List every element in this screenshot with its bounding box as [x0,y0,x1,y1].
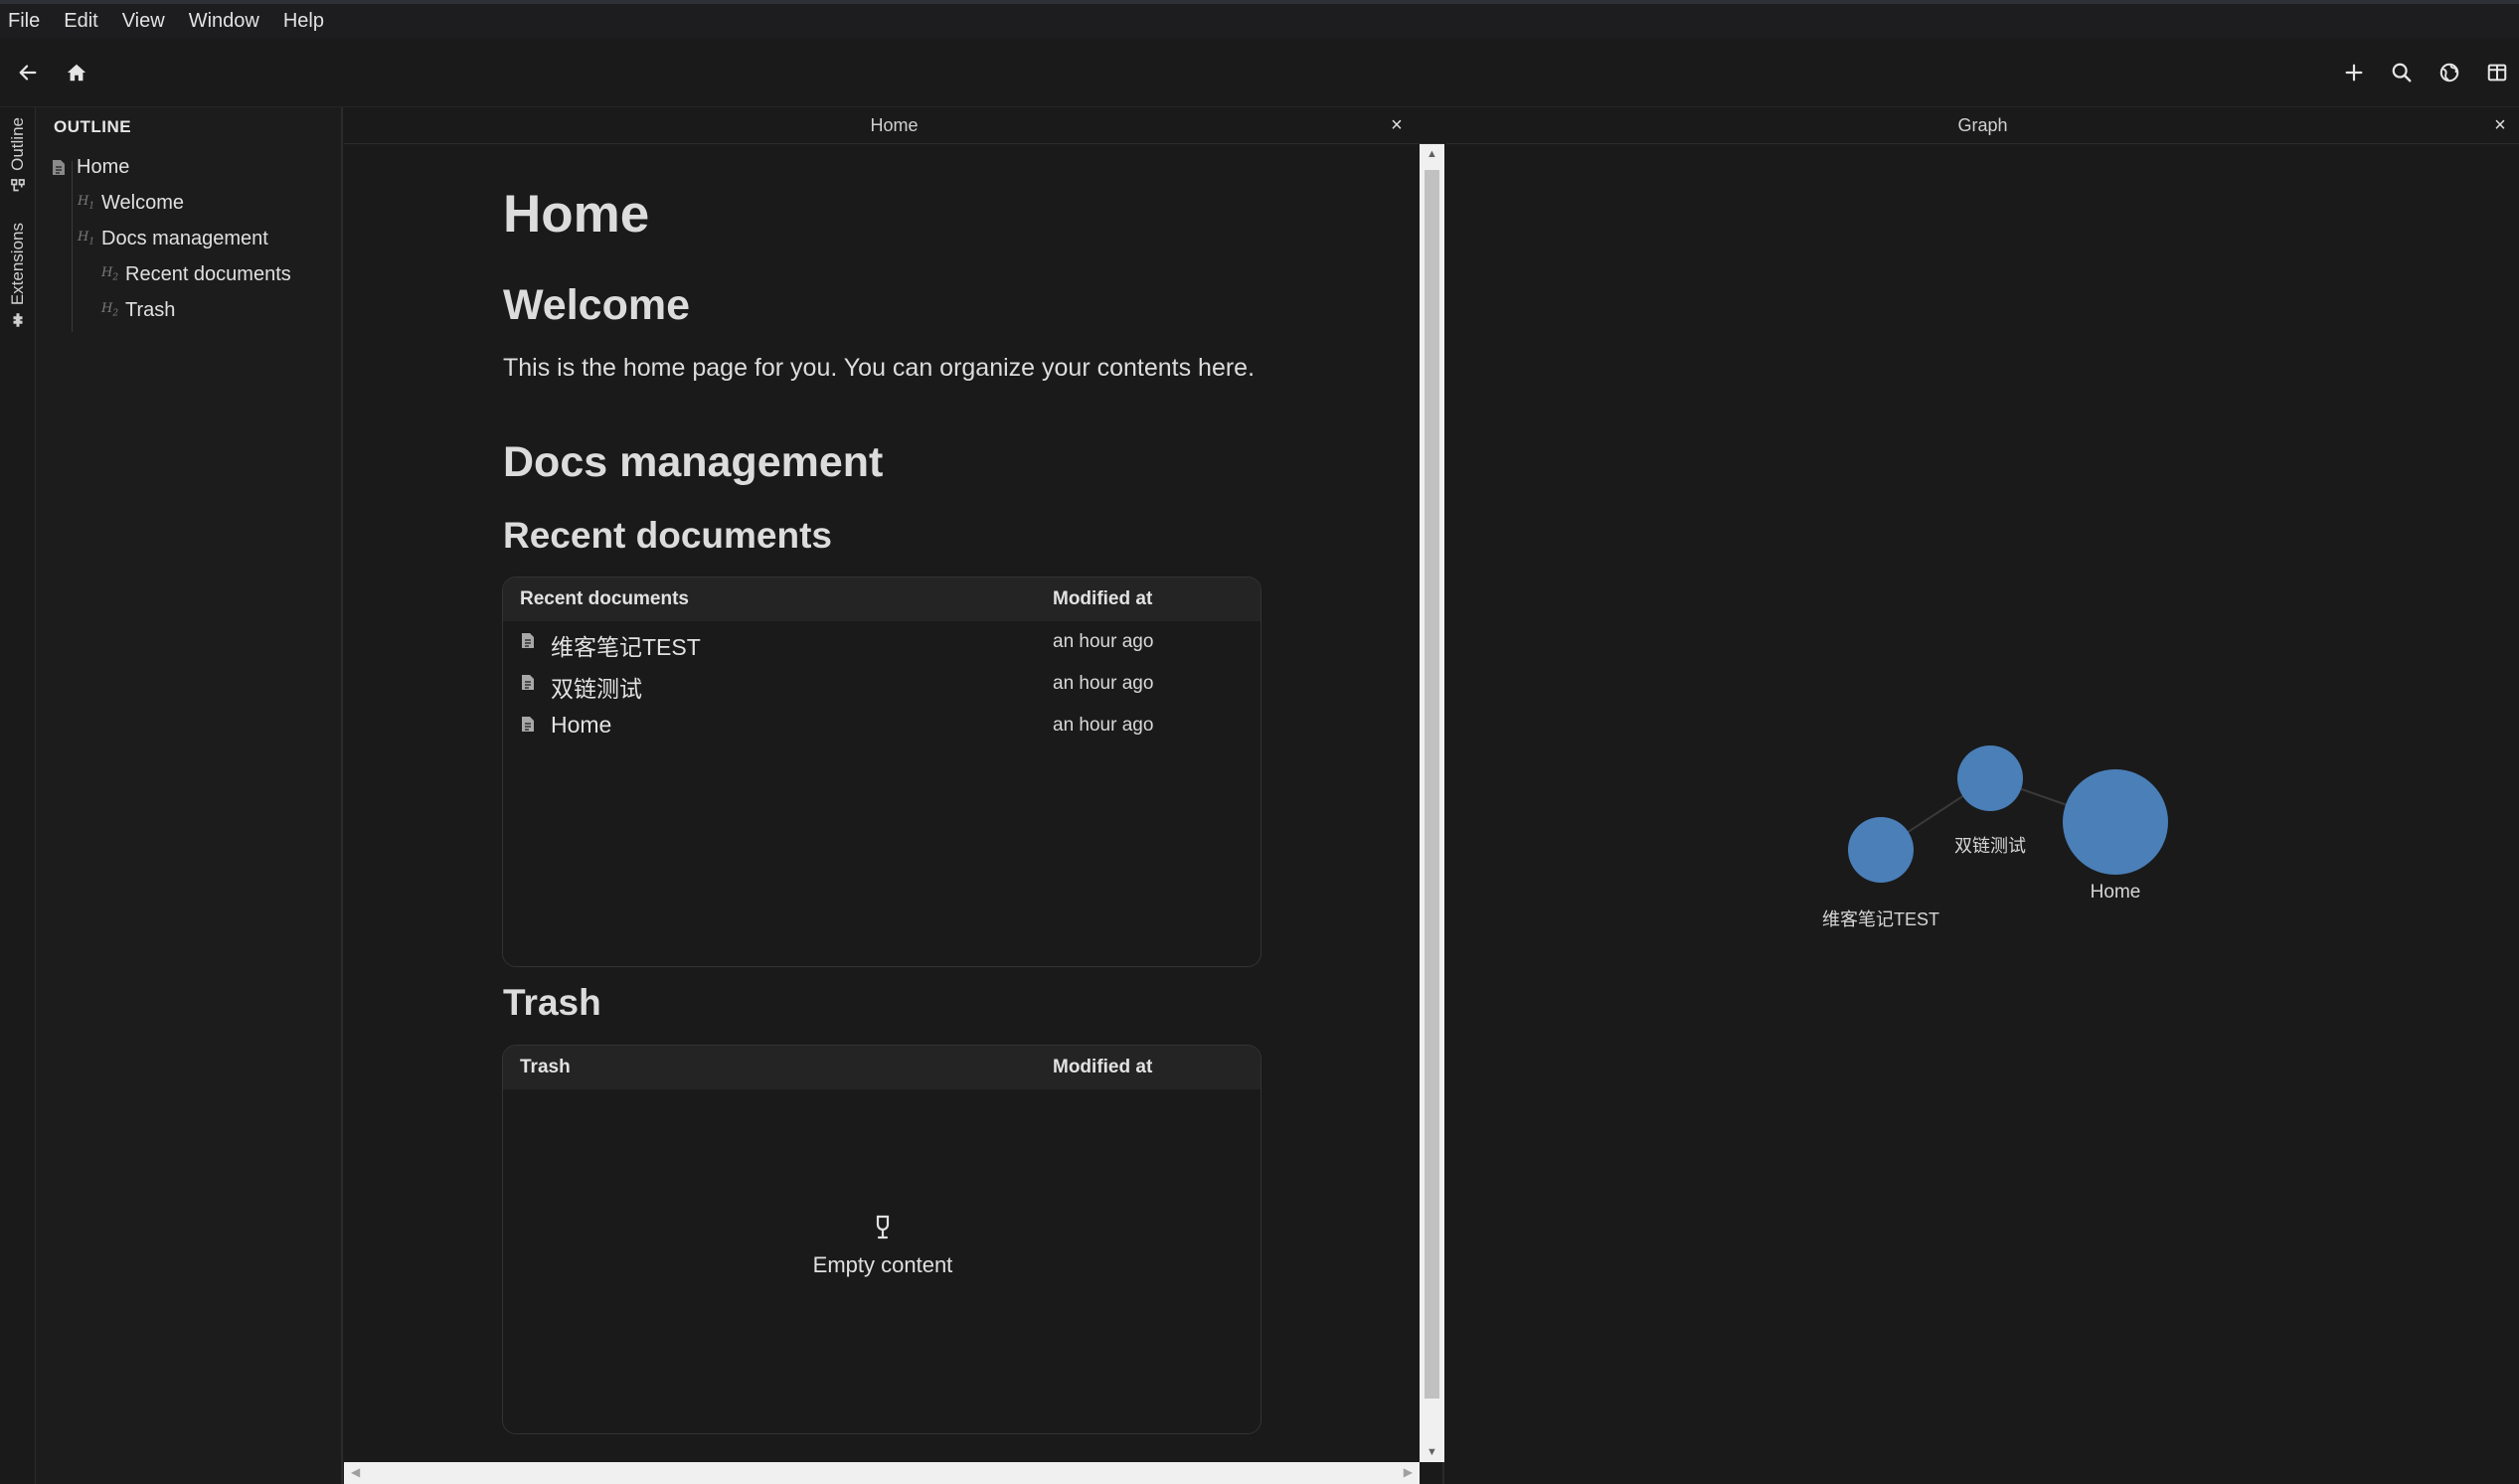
table-header: Trash Modified at [503,1046,1260,1089]
outline-item-welcome[interactable]: H1 Welcome [78,188,184,218]
outline-sidebar: OUTLINE Home H1 Welcome H1 Docs manageme… [36,107,343,1484]
outline-item-docs-management[interactable]: H1 Docs management [78,224,268,253]
graph-node-label: 双链测试 [1954,836,2026,856]
scroll-right-icon[interactable]: ▶ [1404,1465,1413,1479]
graph-node-label: Home [2091,882,2141,903]
menu-file[interactable]: File [0,4,52,38]
heading-welcome: Welcome [503,281,690,329]
table-header: Recent documents Modified at [503,577,1260,621]
outline-guide-line [72,161,73,332]
horizontal-scrollbar[interactable]: ◀ ▶ [344,1462,1420,1484]
outline-item-recent-documents[interactable]: H2 Recent documents [101,259,291,289]
outline-item-home[interactable]: Home [52,152,129,182]
activity-extensions-label: Extensions [8,223,27,306]
search-icon [2392,63,2412,82]
puzzle-icon [13,313,23,327]
column-header-name: Recent documents [520,588,689,609]
heading-docs-management: Docs management [503,438,884,486]
file-icon [53,159,65,175]
vertical-scrollbar[interactable]: ▲ ▼ [1420,144,1444,1462]
table-row[interactable]: Home an hour ago [503,707,1260,746]
back-button[interactable] [10,55,46,90]
activity-outline[interactable]: Outline [0,117,36,195]
page-title: Home [503,185,650,244]
graph-view-button[interactable] [2432,55,2467,90]
heading2-icon: H2 [101,301,119,319]
outline-title: OUTLINE [54,117,132,136]
recent-documents-table: Recent documents Modified at 维客笔记TEST an… [502,577,1261,967]
split-layout-button[interactable] [2479,55,2515,90]
menu-window[interactable]: Window [177,4,271,38]
column-header-modified: Modified at [1053,588,1153,609]
trash-table: Trash Modified at Empty content [502,1045,1261,1434]
heading1-icon: H1 [78,230,95,247]
editor-tab-title[interactable]: Home [344,107,1444,144]
activity-outline-label: Outline [8,117,27,171]
outline-icon [11,179,25,192]
graph-node-label: 维客笔记TEST [1822,909,1939,929]
home-button[interactable] [59,55,94,90]
file-icon [522,675,534,690]
close-icon[interactable]: × [2489,114,2511,136]
modified-time: an hour ago [1053,715,1154,736]
outline-item-trash[interactable]: H2 Trash [101,295,175,325]
graph-node-home[interactable] [2063,769,2168,875]
modified-time: an hour ago [1053,631,1154,652]
outline-item-label: Trash [125,298,176,321]
graph-canvas[interactable]: 维客笔记TEST 双链测试 Home [1446,144,2519,1484]
file-icon [522,717,534,732]
split-layout-icon [2487,64,2507,82]
column-header-modified: Modified at [1053,1057,1153,1077]
toolbar [0,38,2519,107]
activity-extensions[interactable]: Extensions [0,223,36,329]
close-icon[interactable]: × [1386,114,1408,136]
scroll-up-icon[interactable]: ▲ [1427,148,1437,160]
outline-item-label: Recent documents [125,262,291,285]
menu-bar: File Edit View Window Help [0,0,2519,38]
column-header-name: Trash [520,1057,571,1077]
menu-edit[interactable]: Edit [52,4,109,38]
outline-item-label: Home [77,155,130,178]
graph-tab-title[interactable]: Graph [1446,107,2519,144]
graph-node-weike-notes[interactable] [1848,817,1914,883]
document-name[interactable]: 双链测试 [551,670,642,704]
search-button[interactable] [2384,55,2420,90]
home-icon [67,64,86,82]
graph-tab-header: Graph × [1446,107,2519,144]
document-body: Home Welcome This is the home page for y… [344,144,1420,1461]
menu-help[interactable]: Help [271,4,336,38]
document-name[interactable]: 维客笔记TEST [551,628,701,662]
table-row[interactable]: 双链测试 an hour ago [503,665,1260,705]
scroll-left-icon[interactable]: ◀ [351,1465,360,1479]
graph-node-shuanglian[interactable] [1957,745,2023,811]
welcome-paragraph: This is the home page for you. You can o… [503,354,1256,382]
modified-time: an hour ago [1053,673,1154,694]
heading1-icon: H1 [78,194,95,212]
empty-text: Empty content [812,1252,953,1277]
menu-view[interactable]: View [110,4,177,38]
plus-icon [2345,64,2363,82]
table-row[interactable]: 维客笔记TEST an hour ago [503,623,1260,663]
new-document-button[interactable] [2336,55,2372,90]
empty-cup-icon [876,1215,890,1239]
heading2-icon: H2 [101,265,119,283]
graph-pane: Graph × 维客笔记TEST 双链测试 Home [1446,107,2519,1484]
file-icon [522,633,534,648]
outline-item-label: Docs management [101,227,268,249]
editor-pane: Home × Home Welcome This is the home pag… [344,107,1444,1484]
editor-tab-header: Home × [344,107,1444,144]
document-name[interactable]: Home [551,712,611,739]
heading-recent-documents: Recent documents [503,515,833,556]
empty-state: Empty content [503,1215,1260,1278]
heading-trash: Trash [503,982,601,1023]
outline-item-label: Welcome [101,191,184,214]
back-arrow-icon [19,65,37,81]
globe-icon [2439,63,2459,82]
scroll-down-icon[interactable]: ▼ [1427,1446,1437,1458]
scrollbar-thumb[interactable] [1425,170,1439,1399]
activity-bar: Outline Extensions [0,107,36,1484]
